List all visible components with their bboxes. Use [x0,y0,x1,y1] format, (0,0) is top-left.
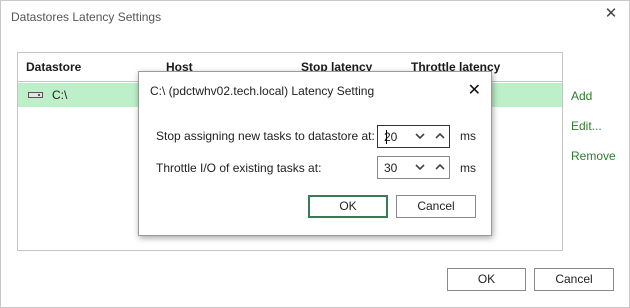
disk-icon [28,92,43,98]
stop-latency-stepper[interactable]: 20 [377,125,450,148]
chevron-down-icon[interactable] [412,128,428,145]
cancel-button[interactable]: Cancel [534,268,614,291]
stop-latency-label: Stop assigning new tasks to datastore at… [156,129,375,143]
edit-link[interactable]: Edit... [571,119,602,133]
dialog-ok-button[interactable]: OK [308,195,388,218]
dialog-close-icon[interactable]: ✕ [468,80,481,100]
window-title: Datastores Latency Settings [11,10,162,24]
column-header-datastore[interactable]: Datastore [26,60,81,74]
add-link[interactable]: Add [571,89,592,103]
remove-link[interactable]: Remove [571,149,616,163]
latency-setting-dialog: C:\ (pdctwhv02.tech.local) Latency Setti… [138,71,492,236]
throttle-latency-label: Throttle I/O of existing tasks at: [156,161,322,175]
ok-button[interactable]: OK [447,268,526,291]
chevron-up-icon[interactable] [432,159,448,176]
datastore-cell: C:\ [52,88,68,102]
chevron-down-icon[interactable] [412,159,428,176]
dialog-cancel-button[interactable]: Cancel [396,195,476,218]
throttle-latency-stepper[interactable]: 30 [377,156,450,179]
close-icon[interactable]: ✕ [603,6,619,22]
throttle-latency-value[interactable]: 30 [384,161,397,175]
dialog-title: C:\ (pdctwhv02.tech.local) Latency Setti… [150,84,375,98]
text-caret [386,130,387,144]
stop-latency-unit: ms [460,129,476,143]
chevron-up-icon[interactable] [432,128,448,145]
throttle-latency-unit: ms [460,161,476,175]
